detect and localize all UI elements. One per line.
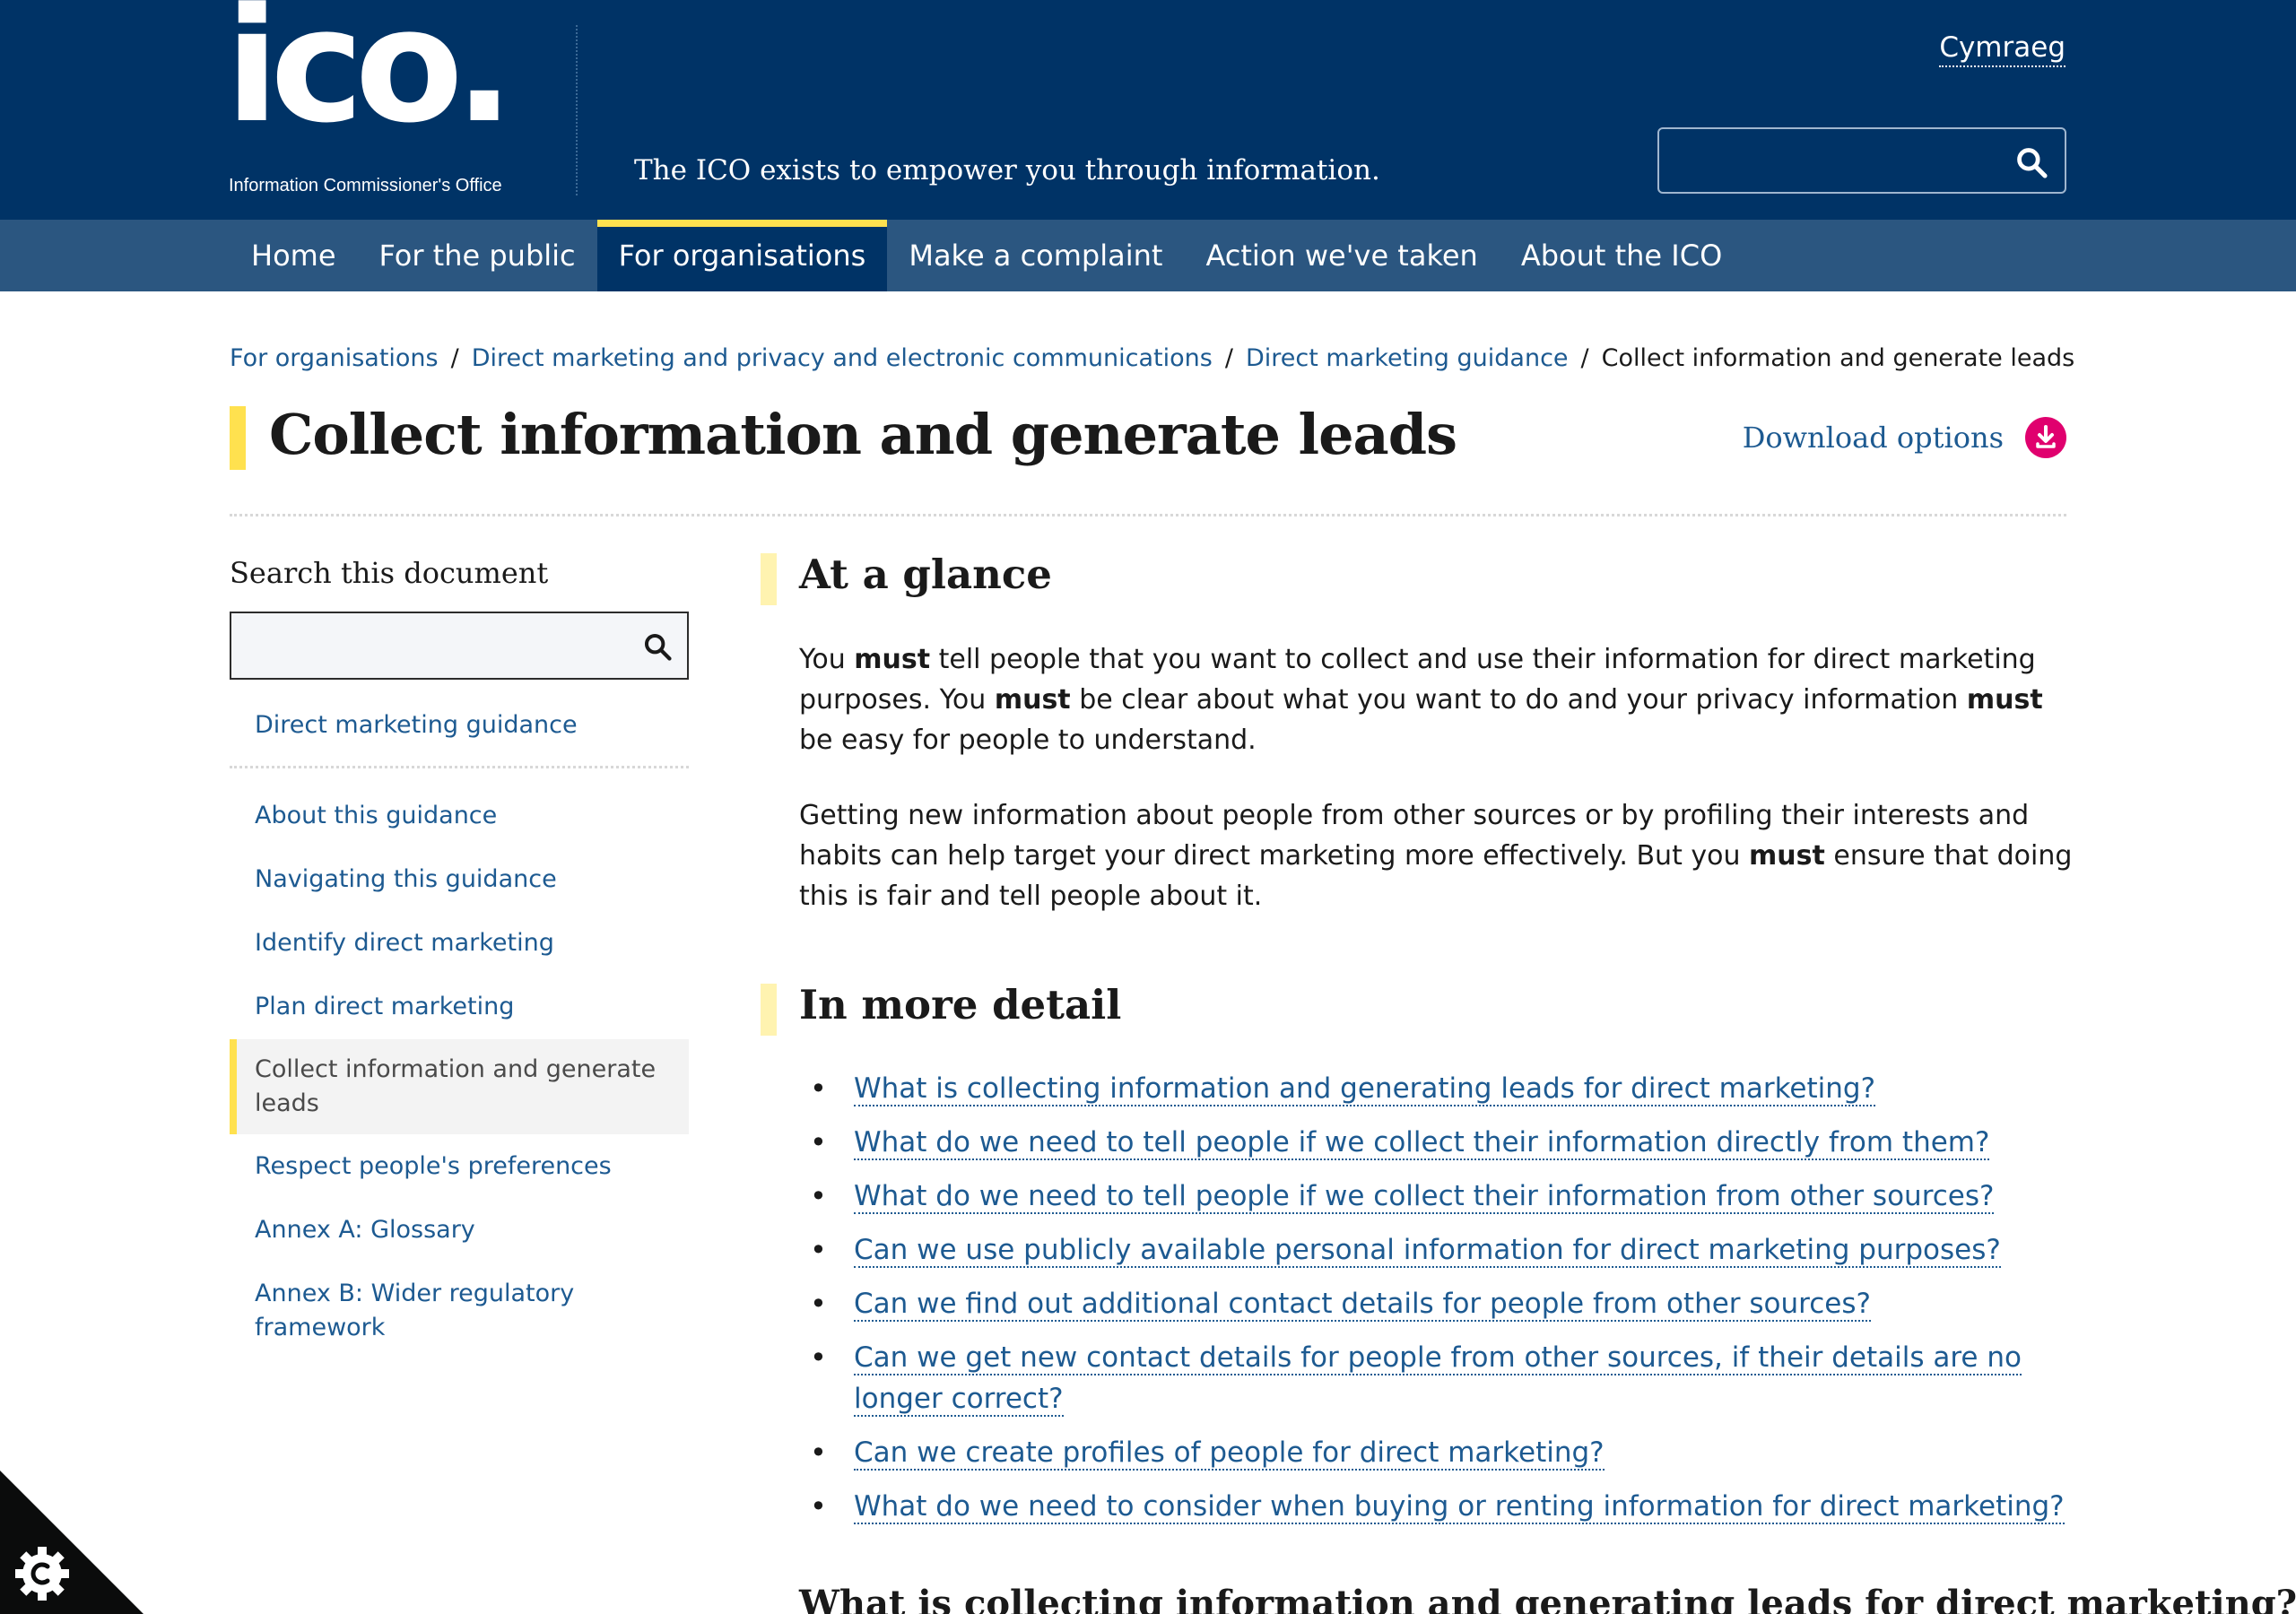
search-icon[interactable] <box>2014 145 2048 179</box>
nav-item-for-the-public[interactable]: For the public <box>358 220 597 291</box>
download-options-button[interactable]: Download options <box>1743 417 2066 458</box>
nav-item-make-a-complaint[interactable]: Make a complaint <box>887 220 1184 291</box>
sidebar-search-heading: Search this document <box>230 556 549 590</box>
site-search-input[interactable] <box>1672 142 1995 179</box>
breadcrumb-link[interactable]: Direct marketing and privacy and electro… <box>472 344 1213 372</box>
sidebar-item-direct-marketing-guidance[interactable]: Direct marketing guidance <box>230 708 689 742</box>
list-item: Can we use publicly available personal i… <box>799 1229 2073 1271</box>
title-accent-bar <box>230 406 246 470</box>
header-divider <box>576 25 578 195</box>
sidebar-item-plan-direct-marketing[interactable]: Plan direct marketing <box>230 990 689 1024</box>
main-navigation: Home For the public For organisations Ma… <box>0 220 2296 291</box>
question-link[interactable]: What do we need to consider when buying … <box>854 1490 2065 1524</box>
question-link[interactable]: Can we create profiles of people for dir… <box>854 1436 1605 1471</box>
question-link[interactable]: What do we need to tell people if we col… <box>854 1126 1990 1160</box>
logo-wordmark: ico. <box>225 0 514 158</box>
p2-emphasis: must <box>1749 840 1825 872</box>
header-tagline: The ICO exists to empower you through in… <box>634 154 1380 187</box>
title-divider <box>230 514 2066 516</box>
page-title: Collect information and generate leads <box>269 402 1457 467</box>
p1-text: be easy for people to understand. <box>799 725 1257 756</box>
download-icon <box>2025 417 2066 458</box>
document-search-input[interactable] <box>242 628 619 664</box>
sidebar-item-respect-preferences[interactable]: Respect people's preferences <box>230 1150 689 1184</box>
p1-emphasis: must <box>1966 684 2043 716</box>
nav-item-for-organisations[interactable]: For organisations <box>596 220 888 291</box>
section-accent-bar <box>761 984 777 1036</box>
sidebar-nav-list: Direct marketing guidance About this gui… <box>230 708 689 1345</box>
language-toggle-link[interactable]: Cymraeg <box>1939 30 2066 67</box>
sidebar-item-collect-information-current[interactable]: Collect information and generate leads <box>230 1039 689 1134</box>
breadcrumb: For organisations / Direct marketing and p… <box>230 344 2074 372</box>
sidebar-divider <box>230 766 689 768</box>
breadcrumb-link[interactable]: For organisations <box>230 344 439 372</box>
p1-emphasis: must <box>854 644 931 675</box>
sidebar-item-navigating-this-guidance[interactable]: Navigating this guidance <box>230 863 689 897</box>
document-search-box <box>230 612 689 680</box>
breadcrumb-separator: / <box>450 344 459 372</box>
logo-subtitle: Information Commissioner's Office <box>229 176 502 195</box>
nav-item-action-taken[interactable]: Action we've taken <box>1184 220 1499 291</box>
section-accent-bar <box>761 553 777 605</box>
p1-text: You <box>799 644 855 675</box>
site-header: ico. Information Commissioner's Office T… <box>0 0 2296 220</box>
sidebar-item-annex-b-framework[interactable]: Annex B: Wider regulatory framework <box>230 1277 689 1345</box>
breadcrumb-separator: / <box>1224 344 1233 372</box>
cookie-settings-icon <box>15 1547 69 1601</box>
list-item: Can we get new contact details for peopl… <box>799 1337 2073 1419</box>
in-more-detail-heading: In more detail <box>799 981 1122 1028</box>
p1-text: be clear about what you want to do and y… <box>1070 684 1967 716</box>
sidebar-item-annex-a-glossary[interactable]: Annex A: Glossary <box>230 1213 689 1247</box>
at-a-glance-heading: At a glance <box>799 551 1052 598</box>
question-link[interactable]: Can we find out additional contact detai… <box>854 1288 1871 1322</box>
sidebar-item-identify-direct-marketing[interactable]: Identify direct marketing <box>230 926 689 960</box>
ico-logo[interactable]: ico. Information Commissioner's Office <box>225 0 525 201</box>
nav-item-about-the-ico[interactable]: About the ICO <box>1500 220 1744 291</box>
question-link[interactable]: Can we get new contact details for peopl… <box>854 1341 2022 1417</box>
p1-emphasis: must <box>994 684 1071 716</box>
list-item: What do we need to tell people if we col… <box>799 1122 2073 1163</box>
search-icon[interactable] <box>642 631 673 662</box>
list-item: What is collecting information and gener… <box>799 1068 2073 1109</box>
detail-question-list: What is collecting information and gener… <box>799 1068 2073 1540</box>
nav-item-home[interactable]: Home <box>230 220 358 291</box>
breadcrumb-current: Collect information and generate leads <box>1601 344 2075 372</box>
breadcrumb-separator: / <box>1580 344 1589 372</box>
download-options-label: Download options <box>1742 421 2004 455</box>
glance-paragraph-2: Getting new information about people fro… <box>799 795 2073 916</box>
breadcrumb-link[interactable]: Direct marketing guidance <box>1246 344 1569 372</box>
glance-paragraph-1: You must tell people that you want to co… <box>799 639 2073 760</box>
cookie-settings-button[interactable] <box>0 1471 144 1614</box>
list-item: What do we need to tell people if we col… <box>799 1176 2073 1217</box>
site-search-box <box>1657 127 2066 194</box>
list-item: Can we create profiles of people for dir… <box>799 1432 2073 1473</box>
sidebar-item-about-this-guidance[interactable]: About this guidance <box>230 799 689 833</box>
question-link[interactable]: What do we need to tell people if we col… <box>854 1180 1995 1214</box>
question-link[interactable]: Can we use publicly available personal i… <box>854 1234 2001 1268</box>
list-item: Can we find out additional contact detai… <box>799 1283 2073 1324</box>
list-item: What do we need to consider when buying … <box>799 1486 2073 1527</box>
question-link[interactable]: What is collecting information and gener… <box>854 1072 1876 1106</box>
section-heading: What is collecting information and gener… <box>799 1583 2296 1614</box>
